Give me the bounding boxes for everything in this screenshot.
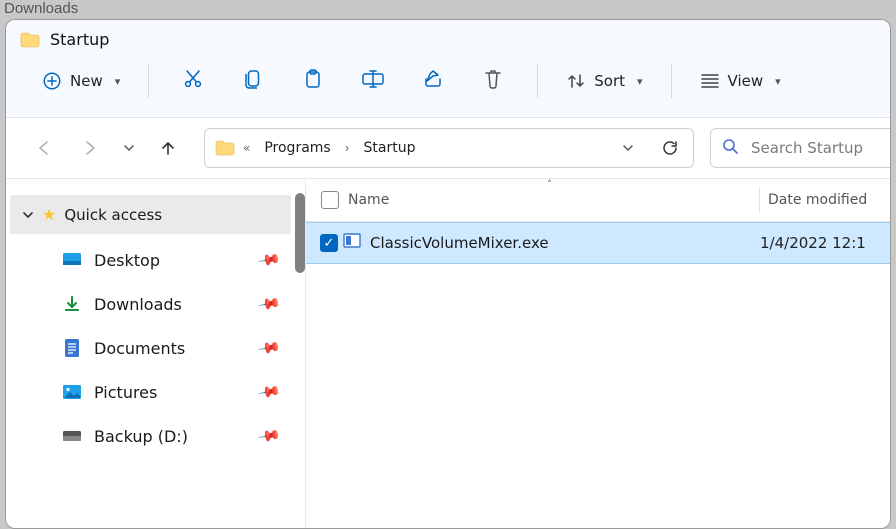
scrollbar-thumb[interactable] [295, 193, 305, 273]
breadcrumb-startup[interactable]: Startup [358, 136, 422, 160]
chevron-down-icon: ▾ [637, 75, 643, 88]
sidebar-item-downloads[interactable]: Downloads 📌 [6, 282, 305, 326]
document-icon [62, 338, 82, 358]
chevron-right-icon: › [345, 141, 350, 155]
file-row[interactable]: ✓ ClassicVolumeMixer.exe 1/4/2022 12:1 [306, 222, 890, 264]
parent-window-label: Downloads [0, 0, 896, 19]
search-icon [721, 137, 739, 159]
trash-icon [483, 68, 503, 94]
star-icon: ★ [42, 205, 56, 224]
navigation-row: « Programs › Startup [6, 118, 890, 179]
sidebar-item-label: Pictures [94, 383, 157, 402]
refresh-button[interactable] [653, 134, 687, 162]
view-list-icon [700, 71, 720, 91]
scissors-icon [182, 68, 204, 94]
row-checkbox[interactable]: ✓ [306, 234, 340, 252]
view-label: View [728, 72, 764, 90]
file-name: ClassicVolumeMixer.exe [368, 234, 760, 252]
toolbar: New ▾ [6, 55, 890, 118]
plus-circle-icon [42, 71, 62, 91]
clipboard-icon [303, 68, 323, 94]
column-name-label: Name [348, 192, 389, 208]
sidebar-item-label: Desktop [94, 251, 160, 270]
new-button[interactable]: New ▾ [32, 65, 130, 97]
pin-icon: 📌 [257, 335, 283, 360]
desktop-icon [62, 250, 82, 270]
copy-icon [243, 68, 263, 94]
view-button[interactable]: View ▾ [690, 65, 791, 97]
chevron-down-icon: ▾ [775, 75, 781, 88]
recent-locations-button[interactable] [118, 130, 140, 166]
sidebar-item-backup-d[interactable]: Backup (D:) 📌 [6, 414, 305, 458]
file-date: 1/4/2022 12:1 [760, 234, 890, 252]
breadcrumb-programs[interactable]: Programs [258, 136, 336, 160]
titlebar: Startup [6, 20, 890, 55]
sidebar-item-label: Downloads [94, 295, 182, 314]
sidebar-item-label: Documents [94, 339, 185, 358]
back-button[interactable] [26, 130, 62, 166]
address-dropdown[interactable] [611, 134, 645, 162]
sidebar-item-desktop[interactable]: Desktop 📌 [6, 238, 305, 282]
separator [671, 64, 672, 98]
navigation-pane: ★ Quick access Desktop 📌 Downloads 📌 [6, 179, 306, 528]
up-button[interactable] [150, 130, 186, 166]
drive-icon [62, 426, 82, 446]
forward-button[interactable] [72, 130, 108, 166]
pin-icon: 📌 [257, 291, 283, 316]
pin-icon: 📌 [257, 423, 283, 448]
pin-icon: 📌 [257, 247, 283, 272]
sidebar-item-label: Backup (D:) [94, 427, 188, 446]
pin-icon: 📌 [257, 379, 283, 404]
pictures-icon [62, 382, 82, 402]
quick-access-group[interactable]: ★ Quick access [10, 195, 291, 234]
quick-access-label: Quick access [64, 206, 162, 224]
cut-button[interactable] [171, 63, 215, 99]
separator [148, 64, 149, 98]
chevron-down-icon [22, 209, 34, 221]
download-icon [62, 294, 82, 314]
search-box[interactable] [710, 128, 891, 168]
separator [537, 64, 538, 98]
paste-button[interactable] [291, 63, 335, 99]
sort-icon [566, 71, 586, 91]
folder-icon [20, 32, 40, 48]
column-header-date[interactable]: Date modified [760, 179, 890, 221]
share-icon [422, 68, 444, 94]
sort-button[interactable]: Sort ▾ [556, 65, 652, 97]
rename-icon [361, 69, 385, 93]
column-header-name[interactable]: ˄ Name [340, 179, 759, 221]
address-bar[interactable]: « Programs › Startup [204, 128, 694, 168]
copy-button[interactable] [231, 63, 275, 99]
column-headers: ˄ Name Date modified [306, 179, 890, 222]
search-input[interactable] [749, 138, 889, 158]
delete-button[interactable] [471, 63, 515, 99]
sidebar-item-pictures[interactable]: Pictures 📌 [6, 370, 305, 414]
explorer-window: Startup New ▾ [5, 19, 891, 529]
content-area: ★ Quick access Desktop 📌 Downloads 📌 [6, 179, 890, 528]
file-list-pane: ˄ Name Date modified ✓ ClassicVolumeMixe… [306, 179, 890, 528]
sort-label: Sort [594, 72, 625, 90]
window-title: Startup [50, 30, 109, 49]
application-icon [342, 231, 362, 255]
select-all-checkbox[interactable] [306, 191, 340, 209]
rename-button[interactable] [351, 63, 395, 99]
folder-icon [215, 140, 235, 156]
chevron-down-icon: ▾ [115, 75, 121, 88]
share-button[interactable] [411, 63, 455, 99]
sort-ascending-icon: ˄ [547, 179, 553, 191]
overflow-chevron-icon[interactable]: « [243, 141, 250, 155]
sidebar-item-documents[interactable]: Documents 📌 [6, 326, 305, 370]
new-label: New [70, 72, 103, 90]
